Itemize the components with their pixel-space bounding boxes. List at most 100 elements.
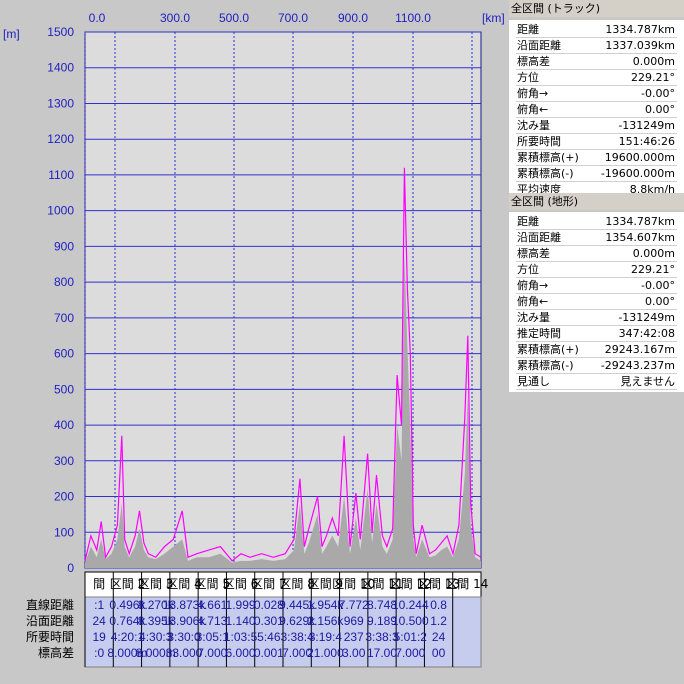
panel-row: 推定時間 347:42:08 xyxy=(516,326,677,342)
panel-row-label: 沈み量 xyxy=(517,311,550,324)
row-value: 7.772 xyxy=(339,598,369,612)
y-tick-label: 0 xyxy=(67,561,74,575)
panel-row: 累積標高(-) -29243.237m xyxy=(516,358,677,374)
panel-row-value: -29243.237m xyxy=(600,359,675,372)
panel-row-value: 347:42:08 xyxy=(618,327,675,340)
row-value: 24 xyxy=(92,614,106,628)
panel-row-value: -131249m xyxy=(618,119,675,132)
row-value: 10.244 xyxy=(392,598,429,612)
y-tick-label: 300 xyxy=(54,454,74,468)
x-tick-label: 300.0 xyxy=(160,11,190,25)
panel-row-value: -0.00° xyxy=(641,87,675,100)
panel-row-label: 俯角← xyxy=(517,295,549,308)
panel-row-value: -131249m xyxy=(618,311,675,324)
row-value: 21.000 xyxy=(307,646,344,660)
row-value: 0.8 xyxy=(430,598,447,612)
panel-row-value: 1334.787km xyxy=(605,215,675,228)
row-value: :0 xyxy=(94,646,104,660)
y-tick-label: 600 xyxy=(54,347,74,361)
row-value: 3.00 xyxy=(342,646,366,660)
y-tick-label: 1000 xyxy=(47,204,74,218)
row-label: 所要時間 xyxy=(26,630,74,644)
panel-row-label: 累積標高(-) xyxy=(517,359,574,372)
row-value: 24 xyxy=(432,630,446,644)
panel-row-value: 151:46:26 xyxy=(618,135,675,148)
row-value: 3:19:4 xyxy=(309,630,343,644)
panel-row-label: 累積標高(-) xyxy=(517,167,574,180)
panel-row-label: 俯角→ xyxy=(517,279,549,292)
elevation-profile-chart: 0 100 200 300 400 500 600 700 800 900 1000 1100 1200… xyxy=(0,0,509,684)
panel-row-value: 1354.607km xyxy=(605,231,675,244)
row-value: 1:03:5 xyxy=(224,630,258,644)
panel-row-label: 俯角→ xyxy=(517,87,549,100)
panel-row-value: -19600.000m xyxy=(600,167,675,180)
panel-row: 距離 1334.787km xyxy=(516,214,677,230)
panel-row-label: 累積標高(+) xyxy=(517,343,579,356)
panel-row-label: 標高差 xyxy=(517,55,550,68)
row-label: 沿面距離 xyxy=(26,614,74,628)
section-table: 間区間 2区間 3区間 4区間 5区間 6区間 7区間 8区間 9区間 10区間… xyxy=(26,571,488,668)
panel-row: 累積標高(+) 19600.000m xyxy=(516,150,677,166)
row-value: 4.713 xyxy=(197,614,227,628)
x-tick-label: 500.0 xyxy=(219,11,249,25)
panel-row: 俯角→ -0.00° xyxy=(516,86,677,102)
y-tick-label: 700 xyxy=(54,311,74,325)
row-value: 10.500 xyxy=(392,614,429,628)
track-panel-title: 全区間 (トラック) xyxy=(509,0,684,17)
section-label: 区間 14 xyxy=(445,577,488,591)
y-tick-label: 100 xyxy=(54,525,74,539)
panel-row-value: 229.21° xyxy=(631,71,675,84)
panel-row: 俯角← 0.00° xyxy=(516,294,677,310)
panel-row: 標高差 0.000m xyxy=(516,246,677,262)
y-tick-label: 200 xyxy=(54,490,74,504)
y-tick-label: 1200 xyxy=(47,132,74,146)
panel-row-value: 1337.039km xyxy=(605,39,675,52)
panel-row-value: 0.00° xyxy=(645,103,675,116)
panel-row-label: 方位 xyxy=(517,71,539,84)
panel-row-value: 229.21° xyxy=(631,263,675,276)
row-value: 5:46 xyxy=(257,630,281,644)
y-tick-label: 1100 xyxy=(48,168,74,182)
panel-row: 累積標高(+) 29243.167m xyxy=(516,342,677,358)
panel-row-value: 0.000m xyxy=(632,247,675,260)
panel-row-label: 沿面距離 xyxy=(517,39,561,52)
row-value: 00 xyxy=(432,646,446,660)
row-value: 2.156k xyxy=(307,614,344,628)
section-label: 間 xyxy=(93,577,105,591)
row-value: 17.00 xyxy=(367,646,397,660)
panel-row: 見通し 見えません xyxy=(516,374,677,390)
row-value: 19 xyxy=(92,630,106,644)
panel-row-value: -0.00° xyxy=(641,279,675,292)
row-label: 直線距離 xyxy=(26,597,74,612)
panel-row-value: 0.00° xyxy=(645,295,675,308)
plot-area xyxy=(84,31,482,569)
panel-row-label: 推定時間 xyxy=(517,327,561,340)
row-value: 1.999 xyxy=(226,598,256,612)
y-tick-label: 800 xyxy=(54,275,74,289)
row-value: 1.140 xyxy=(226,614,256,628)
panel-row: 距離 1334.787km xyxy=(516,22,677,38)
panel-row-label: 所要時間 xyxy=(517,135,561,148)
row-value: 7.000 xyxy=(197,646,227,660)
panel-row-label: 距離 xyxy=(517,23,539,36)
panel-row: 沈み量 -131249m xyxy=(516,310,677,326)
x-tick-label: 0.0 xyxy=(89,11,106,25)
panel-row-value: 見えません xyxy=(620,375,675,388)
terrain-panel-title: 全区間 (地形) xyxy=(509,193,684,210)
panel-row: 俯角→ -0.00° xyxy=(516,278,677,294)
panel-row-value: 0.000m xyxy=(632,55,675,68)
panel-row-value: 1334.787km xyxy=(605,23,675,36)
y-tick-label: 1500 xyxy=(47,25,74,39)
panel-row-label: 方位 xyxy=(517,263,539,276)
row-value: 969 xyxy=(344,614,364,628)
x-axis-unit: [km] xyxy=(482,11,505,25)
row-value: 7.000 xyxy=(395,646,425,660)
row-value: 1.2 xyxy=(430,614,447,628)
x-tick-label: 1100.0 xyxy=(395,11,431,25)
panel-row-label: 累積標高(+) xyxy=(517,151,579,164)
panel-row-label: 見通し xyxy=(517,375,550,388)
row-value: 237 xyxy=(344,630,364,644)
row-value: 5:01:2 xyxy=(394,630,428,644)
x-tick-label: 900.0 xyxy=(338,11,368,25)
panel-row-label: 沿面距離 xyxy=(517,231,561,244)
